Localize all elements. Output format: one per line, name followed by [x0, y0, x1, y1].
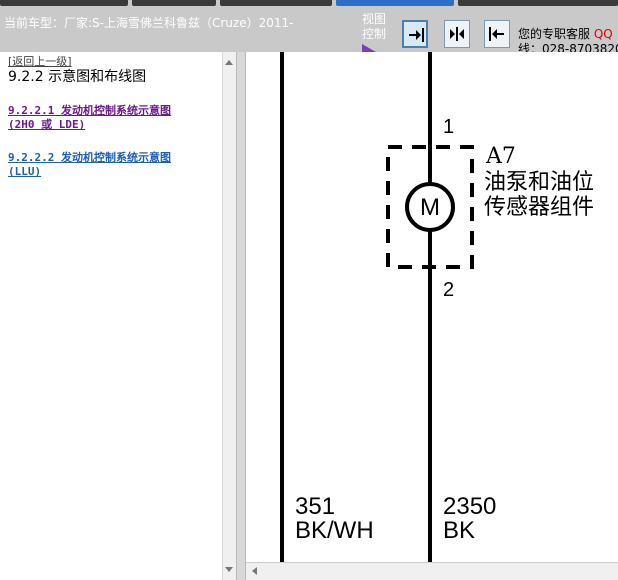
diagram-horizontal-scrollbar[interactable] [246, 562, 618, 580]
fit-width-button[interactable] [402, 20, 428, 48]
fit-left-button[interactable] [484, 20, 510, 48]
arrow-right-to-bar-icon [409, 28, 424, 42]
section-title: 9.2.2 示意图和布线图 [8, 69, 147, 85]
service-qq-link[interactable]: QQ [594, 27, 613, 41]
top-tab-2[interactable] [132, 0, 216, 6]
top-tab-4[interactable] [336, 0, 454, 6]
wire-circuit-351: 351 [295, 493, 335, 520]
component-name-line1: 油泵和油位 [484, 170, 594, 195]
toc-item-subtitle[interactable]: (LLU) [8, 165, 171, 179]
top-tab-1[interactable] [0, 0, 128, 6]
component-name-line2: 传感器组件 [484, 195, 594, 220]
top-tab-strip [0, 0, 618, 6]
top-tab-5[interactable] [458, 0, 618, 6]
wiring-diagram-pane: M 1 2 A7 油泵和油位 传感器组件 351 BK/WH 2350 BK [246, 52, 618, 562]
wire-circuit-2350: 2350 [443, 493, 496, 520]
component-id: A7 [485, 144, 516, 169]
pane-splitter[interactable] [236, 52, 246, 580]
scroll-left-icon[interactable] [252, 567, 257, 575]
wire-color-2350: BK [443, 517, 475, 544]
service-label: 您的专职客服 [518, 27, 591, 41]
fit-both-button[interactable] [444, 20, 470, 48]
wiring-diagram: M 1 2 A7 油泵和油位 传感器组件 351 BK/WH 2350 BK [280, 52, 594, 562]
toc-item-title[interactable]: 9.2.2.1 发动机控制系统示意图 [8, 104, 171, 118]
toc-item-engine-control-llu[interactable]: 9.2.2.2 发动机控制系统示意图 (LLU) [8, 151, 171, 179]
left-nav-pane: [返回上一级] 9.2.2 示意图和布线图 9.2.2.1 发动机控制系统示意图… [0, 52, 236, 580]
toc-item-title[interactable]: 9.2.2.2 发动机控制系统示意图 [8, 151, 171, 165]
view-control-marker-icon [362, 44, 376, 52]
toc-item-engine-control-2h0-lde[interactable]: 9.2.2.1 发动机控制系统示意图 (2H0 或 LDE) [8, 104, 171, 132]
scroll-up-icon[interactable] [225, 60, 233, 65]
current-vehicle-model: 当前车型：厂家:S-上海雪佛兰科鲁兹（Cruze）2011- [4, 16, 294, 30]
toc-item-subtitle[interactable]: (2H0 或 LDE) [8, 118, 171, 132]
top-tab-3[interactable] [220, 0, 332, 6]
motor-label: M [420, 194, 440, 221]
pin-bottom-label: 2 [443, 279, 454, 301]
view-control-label: 视图控制 [362, 12, 387, 41]
pin-top-label: 1 [443, 116, 454, 138]
scroll-down-icon[interactable] [225, 567, 233, 572]
arrow-left-from-bar-icon [489, 27, 504, 41]
double-arrow-inward-icon [450, 27, 464, 41]
wire-color-351: BK/WH [295, 517, 374, 544]
top-toolbar: 当前车型：厂家:S-上海雪佛兰科鲁兹（Cruze）2011- 视图控制 您的专职… [0, 0, 618, 56]
left-pane-scrollbar[interactable] [222, 52, 236, 580]
